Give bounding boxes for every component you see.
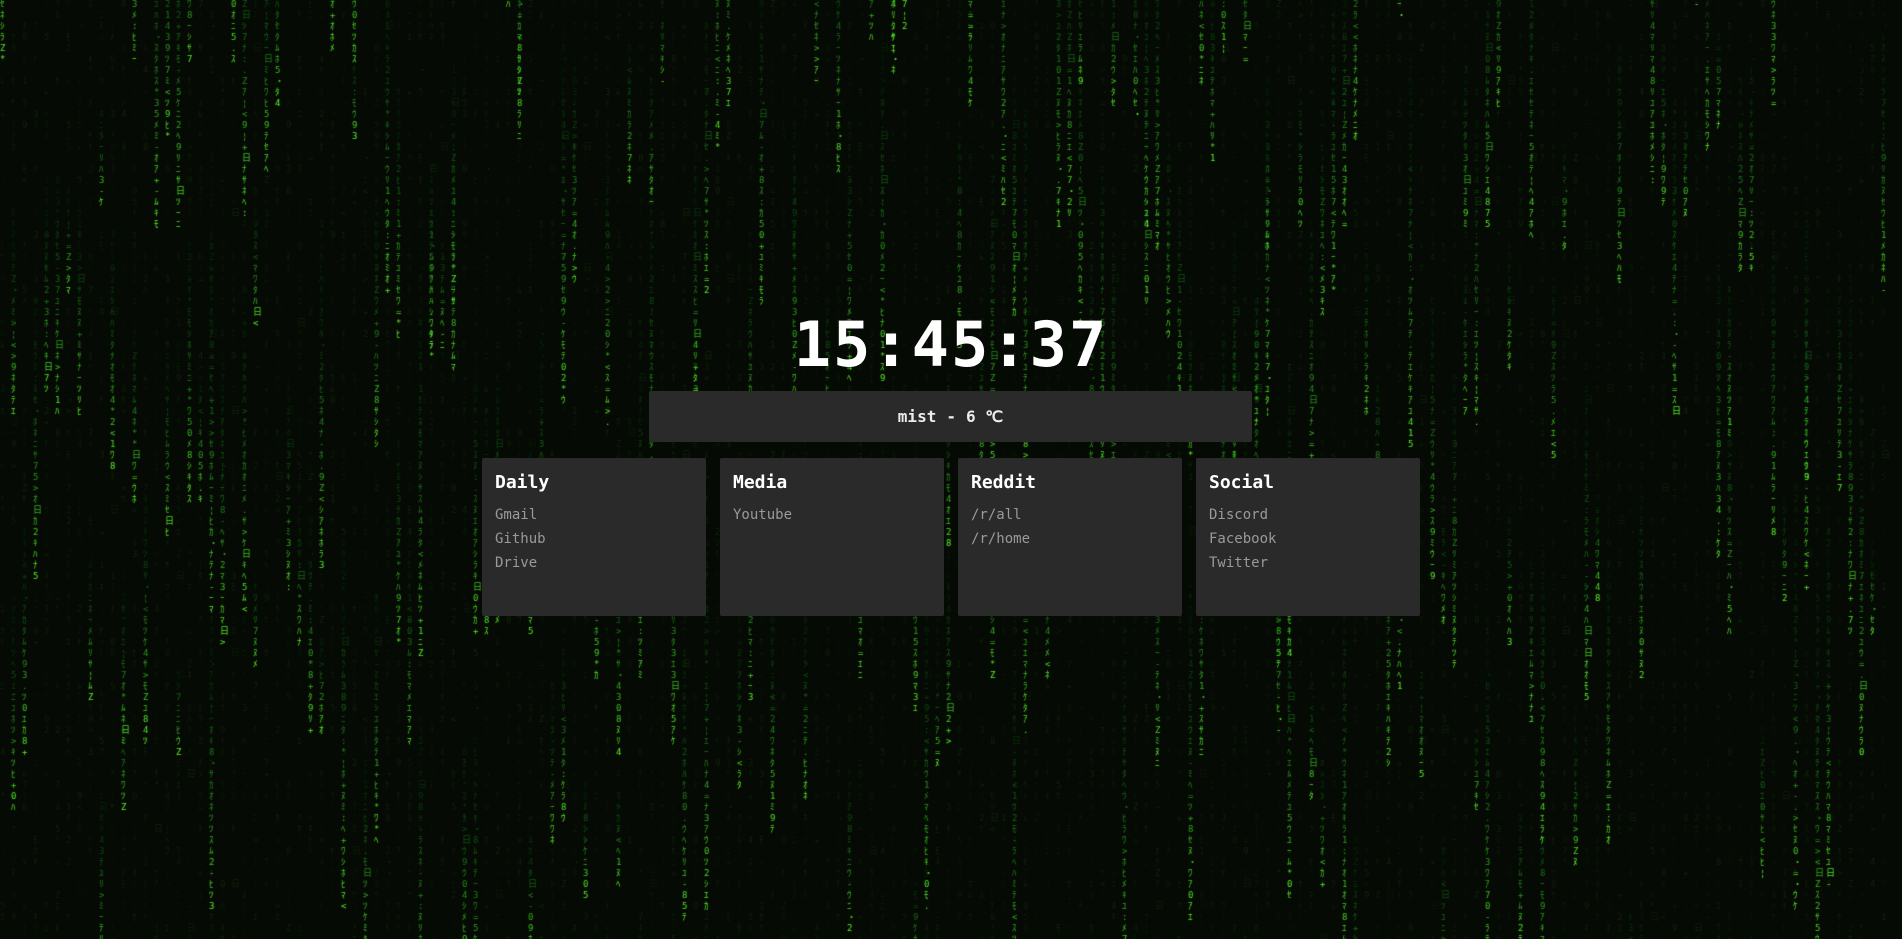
weather-temperature: 6 ℃ [965, 407, 1004, 426]
link-reddit-all[interactable]: /r/all [971, 503, 1169, 527]
weather-bar: mist - 6 ℃ [649, 391, 1252, 442]
link-github[interactable]: Github [495, 527, 693, 551]
card-media: Media Youtube [720, 458, 944, 616]
card-reddit: Reddit /r/all /r/home [958, 458, 1182, 616]
clock: 15:45:37 [793, 308, 1109, 381]
link-reddit-home[interactable]: /r/home [971, 527, 1169, 551]
link-twitter[interactable]: Twitter [1209, 551, 1407, 575]
card-title: Reddit [971, 472, 1037, 493]
card-social: Social Discord Facebook Twitter [1196, 458, 1420, 616]
weather-condition: mist [897, 407, 937, 426]
card-title: Media [733, 472, 788, 493]
startpage: 15:45:37 mist - 6 ℃ Daily Gmail Github D… [0, 0, 1902, 939]
link-gmail[interactable]: Gmail [495, 503, 693, 527]
weather-separator: - [946, 407, 956, 426]
card-title: Daily [495, 472, 550, 493]
link-discord[interactable]: Discord [1209, 503, 1407, 527]
link-youtube[interactable]: Youtube [733, 503, 931, 527]
link-facebook[interactable]: Facebook [1209, 527, 1407, 551]
card-title: Social [1209, 472, 1275, 493]
bookmark-cards: Daily Gmail Github Drive Media Youtube R… [482, 458, 1420, 616]
card-daily: Daily Gmail Github Drive [482, 458, 706, 616]
link-drive[interactable]: Drive [495, 551, 693, 575]
